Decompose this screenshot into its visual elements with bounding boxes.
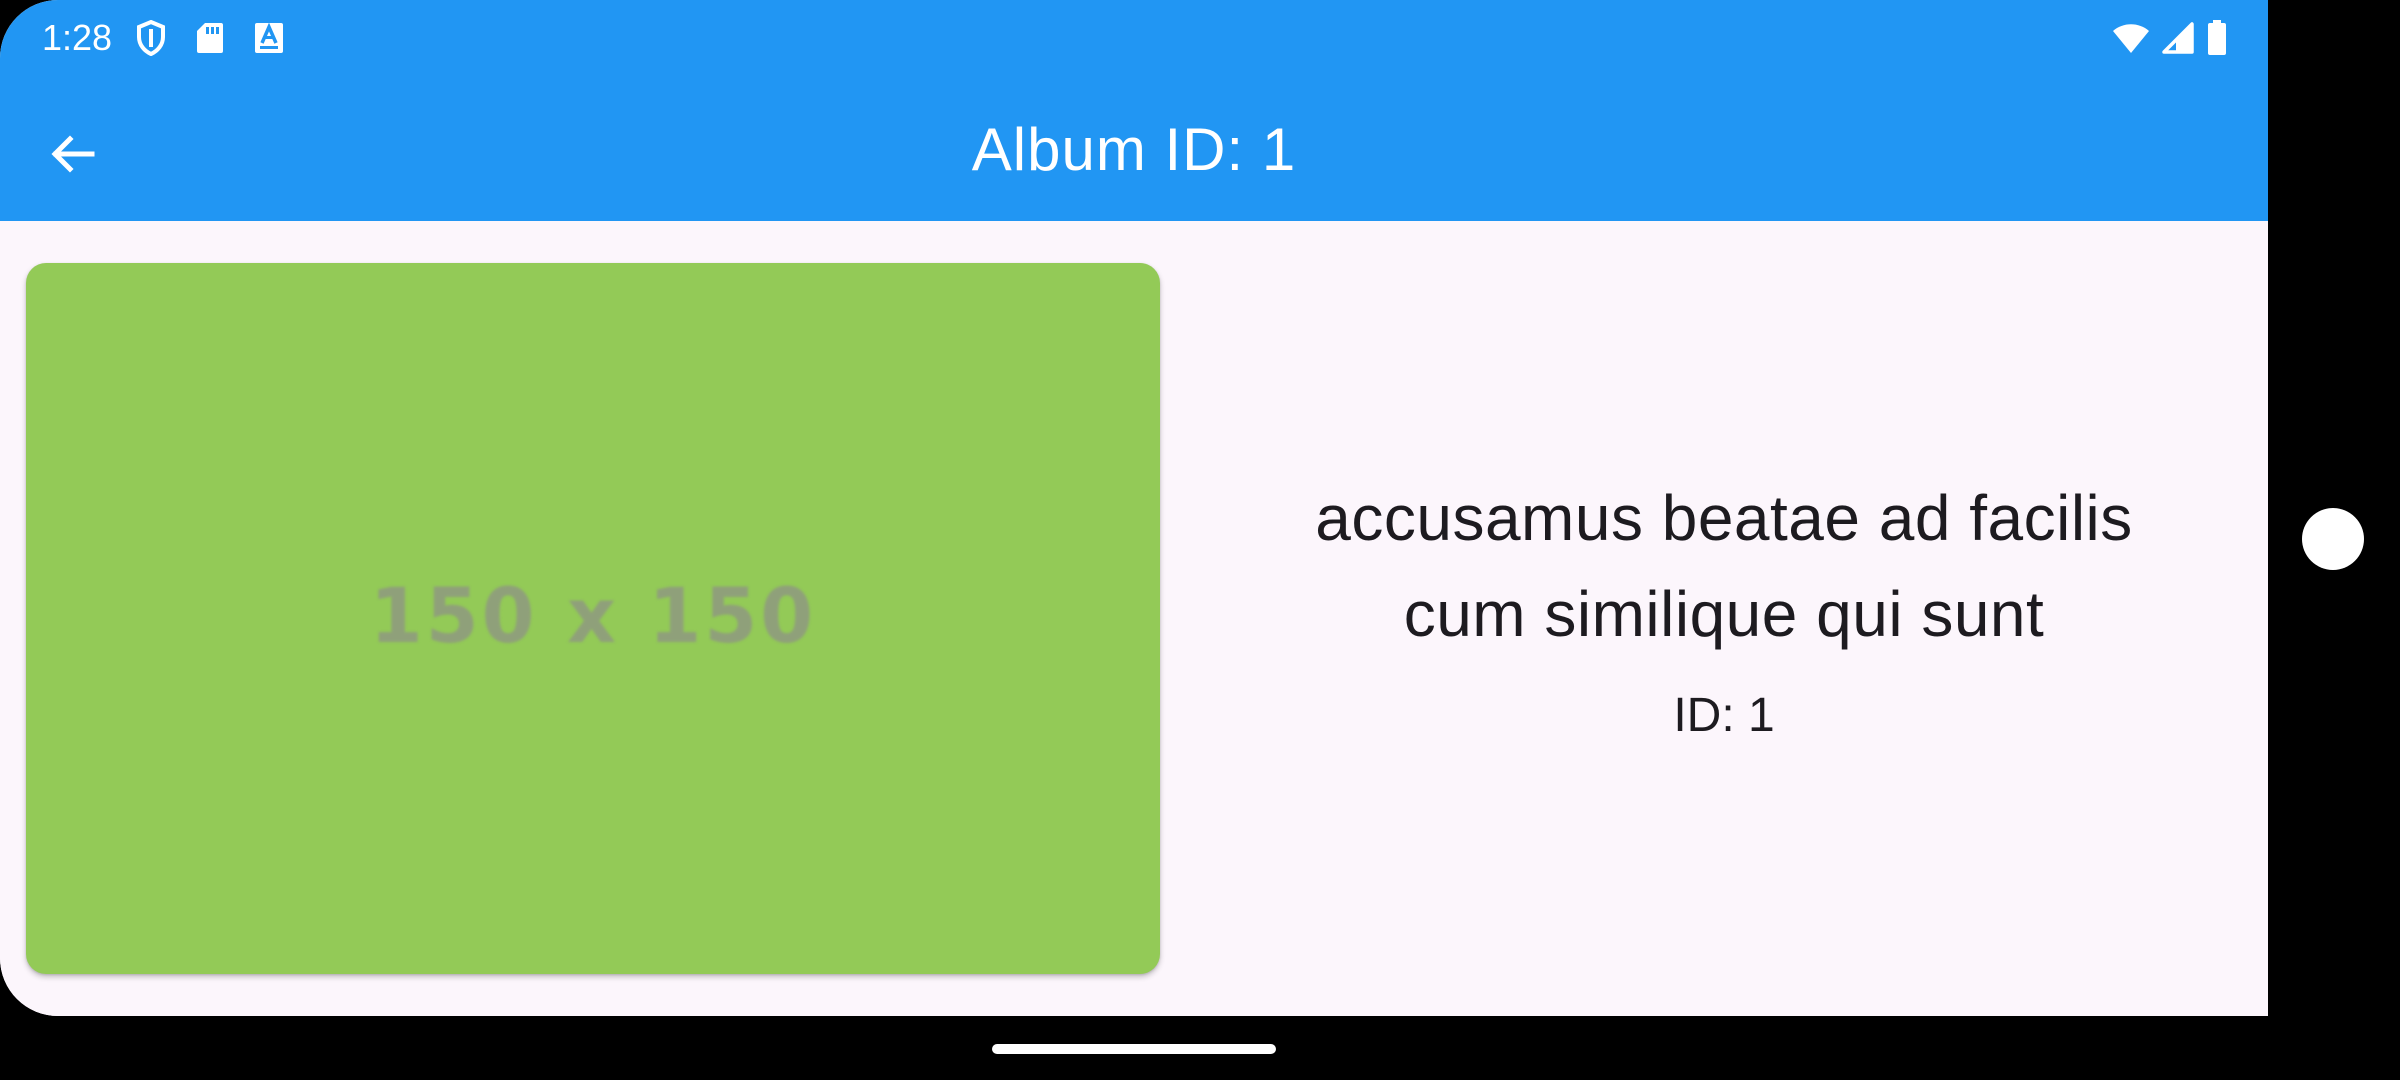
status-time: 1:28 (42, 17, 113, 58)
album-image: 150 x 150 (26, 263, 1160, 974)
album-detail: 150 x 150 accusamus beatae ad facilis cu… (0, 221, 2268, 1016)
battery-icon (2206, 20, 2228, 56)
app-bar: Album ID: 1 (0, 76, 2268, 221)
camera-cutout (2302, 508, 2364, 570)
status-icons-left (136, 18, 284, 58)
screen: 1:28 Album ID: 1 150 x 150 accusamus bea… (0, 0, 2268, 1016)
wifi-icon (2112, 22, 2150, 54)
image-placeholder-text: 150 x 150 (369, 571, 817, 660)
album-info: accusamus beatae ad facilis cum similiqu… (1180, 221, 2268, 1016)
cell-signal-icon (2162, 22, 2194, 54)
album-title: accusamus beatae ad facilis cum similiqu… (1315, 481, 2133, 650)
status-icons-right (2112, 18, 2228, 58)
page-title: Album ID: 1 (971, 116, 1297, 183)
sd-card-icon (196, 22, 224, 54)
shield-icon (136, 20, 166, 56)
keyboard-a-icon (254, 22, 284, 54)
gesture-nav-handle[interactable] (992, 1044, 1276, 1054)
device-frame: 1:28 Album ID: 1 150 x 150 accusamus bea… (0, 0, 2400, 1080)
status-bar: 1:28 (0, 0, 2268, 76)
album-id: ID: 1 (1673, 688, 1775, 742)
